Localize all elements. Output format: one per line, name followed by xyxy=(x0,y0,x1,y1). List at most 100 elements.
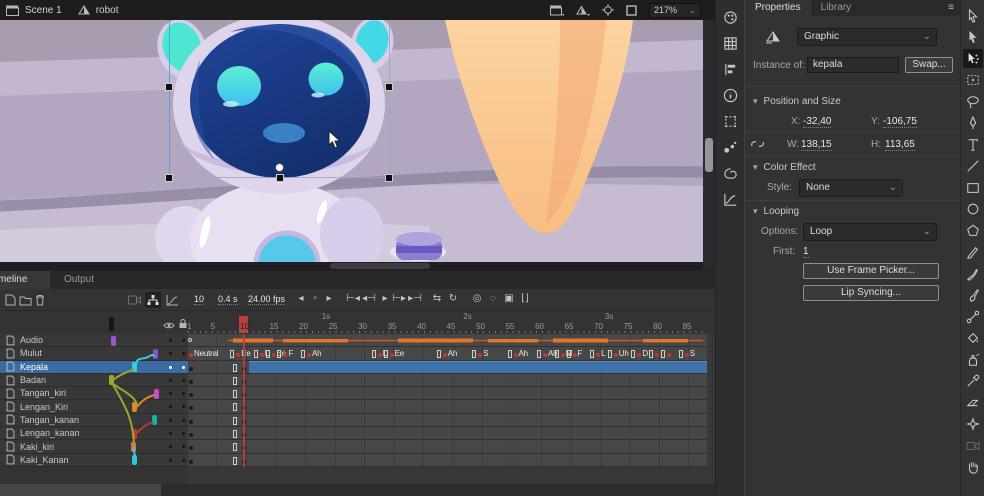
frame-row-tangan_kiri[interactable] xyxy=(188,387,707,400)
clapperboard-icon[interactable] xyxy=(6,5,19,16)
brush-library-icon[interactable] xyxy=(716,134,745,160)
lip-syncing-button[interactable]: Lip Syncing... xyxy=(803,285,939,301)
layer-lock-dot[interactable] xyxy=(182,379,185,382)
info-icon[interactable] xyxy=(716,82,745,108)
layer-parent-bar[interactable] xyxy=(152,415,157,425)
elapsed-time-value[interactable]: 0.4 s xyxy=(218,294,238,304)
layer-visibility-dot[interactable] xyxy=(169,405,172,408)
layer-visibility-dot[interactable] xyxy=(169,432,172,435)
layer-lock-dot[interactable] xyxy=(182,405,185,408)
ink-bottle-tool[interactable] xyxy=(963,350,983,369)
layer-visibility-dot[interactable] xyxy=(169,339,172,342)
layer-row-kepala[interactable]: Kepala xyxy=(0,361,188,374)
instance-name-field[interactable]: kepala xyxy=(807,57,899,73)
layer-parent-bar[interactable] xyxy=(109,375,114,385)
step-back-button[interactable]: ◂ xyxy=(294,293,308,304)
section-color-effect[interactable]: Color Effect xyxy=(753,162,816,173)
section-position-size[interactable]: Position and Size xyxy=(753,96,841,107)
panel-menu-icon[interactable]: ≡ xyxy=(948,2,954,13)
frame-rate-value[interactable]: 24.00 fps xyxy=(248,294,285,304)
selection-handle-mid-left[interactable] xyxy=(166,84,172,90)
selection-tool[interactable] xyxy=(963,6,983,25)
tab-output[interactable]: Output xyxy=(52,271,106,289)
mouth-keyframe[interactable] xyxy=(655,353,659,357)
frame-row-kaki_kiri[interactable] xyxy=(188,440,707,453)
layer-row-lengan_kanan[interactable]: Lengan_kanan xyxy=(0,427,188,440)
layer-parenting-toggle[interactable] xyxy=(145,292,161,308)
layer-row-lengan_kiri[interactable]: Lengan_Kiri xyxy=(0,400,188,413)
loop-option-dropdown[interactable]: Loop⌄ xyxy=(803,223,937,241)
mouth-keyframe[interactable] xyxy=(236,353,240,357)
x-value[interactable]: -32,40 xyxy=(803,116,831,128)
selection-handle-bottom-left[interactable] xyxy=(166,175,172,181)
cc-libraries-icon[interactable] xyxy=(716,160,745,186)
keyframe[interactable] xyxy=(189,446,193,450)
go-first-frame-button[interactable]: ⊢◂ xyxy=(346,293,360,304)
keyframe[interactable] xyxy=(189,367,193,371)
layer-lock-dot[interactable] xyxy=(182,459,185,462)
layer-lock-dot[interactable] xyxy=(182,339,185,342)
hand-tool[interactable] xyxy=(963,458,983,477)
h-value[interactable]: 113,65 xyxy=(885,139,915,151)
zoom-level-select[interactable]: 217% ⌄ xyxy=(649,3,701,18)
symbol-breadcrumb[interactable]: robot xyxy=(96,5,119,16)
mouth-keyframe[interactable] xyxy=(685,353,689,357)
selection-handle-bottom-right[interactable] xyxy=(386,175,392,181)
onion-outline-button[interactable]: ◌ xyxy=(486,293,500,304)
keyframe[interactable] xyxy=(189,433,193,437)
layer-row-audio[interactable]: Audio xyxy=(0,334,188,347)
mouth-keyframe[interactable] xyxy=(272,353,276,357)
timeline-hscroll[interactable] xyxy=(0,484,161,496)
oval-tool[interactable] xyxy=(963,200,983,219)
mouth-keyframe[interactable] xyxy=(478,353,482,357)
layer-lock-dot[interactable] xyxy=(182,392,185,395)
layer-visibility-dot[interactable] xyxy=(169,419,172,422)
current-frame-button[interactable]: ▫ xyxy=(308,293,322,304)
prev-keyframe-button[interactable]: ◂⊣ xyxy=(362,293,376,304)
layer-row-kaki_kanan[interactable]: Kaki_Kanan xyxy=(0,454,188,467)
layer-parent-bar[interactable] xyxy=(132,362,137,372)
mouth-keyframe[interactable] xyxy=(189,353,193,357)
asset-sculpt-tool[interactable] xyxy=(963,415,983,434)
layer-visibility-dot[interactable] xyxy=(169,392,172,395)
pencil-tool[interactable] xyxy=(963,243,983,262)
new-layer-icon[interactable] xyxy=(2,292,18,308)
eye-column-icon[interactable] xyxy=(163,317,175,335)
layer-lock-dot[interactable] xyxy=(182,419,185,422)
link-dimensions-icon[interactable] xyxy=(751,138,764,153)
text-tool[interactable] xyxy=(963,135,983,154)
mouth-keyframe[interactable] xyxy=(260,353,264,357)
keyframe[interactable] xyxy=(189,406,193,410)
eyedropper-tool[interactable] xyxy=(963,372,983,391)
layer-row-mulut[interactable]: Mulut xyxy=(0,347,188,360)
layer-parent-bar[interactable] xyxy=(111,336,116,346)
keyframe[interactable] xyxy=(189,393,193,397)
layer-row-kaki_kiri[interactable]: Kaki_kiri xyxy=(0,440,188,453)
frame-ruler[interactable]: 1s2s3s1510152025303540455055606570758085 xyxy=(188,311,705,334)
section-looping[interactable]: Looping xyxy=(753,206,799,217)
use-frame-picker-button[interactable]: Use Frame Picker... xyxy=(803,263,939,279)
play-button[interactable]: ▸ xyxy=(378,293,392,304)
keyframe[interactable] xyxy=(189,420,193,424)
edit-symbol-icon[interactable] xyxy=(576,5,590,16)
center-stage-icon[interactable] xyxy=(602,4,614,16)
mouth-keyframe[interactable] xyxy=(596,353,600,357)
transform-point[interactable] xyxy=(275,163,284,172)
layer-parent-bar[interactable] xyxy=(132,429,137,439)
motion-editor-icon[interactable] xyxy=(716,186,745,212)
frame-row-tangan_kanan[interactable] xyxy=(188,414,707,427)
rectangle-tool[interactable] xyxy=(963,178,983,197)
mouth-keyframe[interactable] xyxy=(390,353,394,357)
mouth-keyframe[interactable] xyxy=(573,353,577,357)
mouth-keyframe[interactable] xyxy=(561,353,565,357)
mouth-keyframe[interactable] xyxy=(637,353,641,357)
eraser-tool[interactable] xyxy=(963,393,983,412)
pen-tool[interactable] xyxy=(963,114,983,133)
step-forward-button[interactable]: ▸ xyxy=(322,293,336,304)
asset-warp-tool[interactable] xyxy=(963,49,983,68)
next-keyframe-button[interactable]: ⊢▸ xyxy=(392,293,406,304)
mouth-keyframe[interactable] xyxy=(443,353,447,357)
layer-lock-dot[interactable] xyxy=(182,352,185,355)
frame-row-kaki_kanan[interactable] xyxy=(188,454,707,467)
layer-parent-bar[interactable] xyxy=(132,402,137,412)
